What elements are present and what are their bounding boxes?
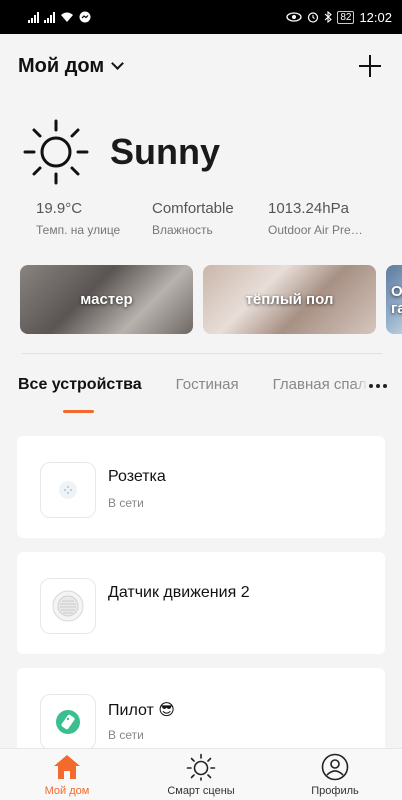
app-header: Мой дом (0, 34, 402, 98)
device-card-motion-sensor[interactable]: Датчик движения 2 (17, 552, 385, 654)
motion-sensor-icon (40, 578, 96, 634)
more-tabs-button[interactable] (354, 372, 402, 400)
scene-card-master[interactable]: мастер (20, 265, 193, 334)
tab-all-devices[interactable]: Все устройства (18, 373, 142, 397)
nav-label: Смарт сцены (167, 785, 235, 797)
home-name: Мой дом (18, 54, 105, 77)
device-status: В сети (108, 496, 144, 510)
stat-label: Темп. на улице (36, 223, 121, 237)
signal-icon-2 (44, 11, 55, 23)
stat-label: Влажность (152, 223, 213, 237)
device-name: Розетка (108, 468, 166, 485)
chevron-down-icon (111, 57, 125, 70)
device-name: Пилот 😎 (108, 702, 175, 719)
profile-icon (321, 753, 349, 781)
stat-temperature: 19.9°C Темп. на улице (36, 200, 152, 237)
signal-icon (28, 11, 39, 23)
stat-value: 19.9°C (36, 200, 83, 217)
stat-humidity: Comfortable Влажность (152, 200, 268, 237)
device-card-remote[interactable]: Пилот 😎 В сети (17, 668, 385, 758)
home-icon (54, 755, 80, 779)
divider (22, 353, 382, 354)
scene-label: тёплый пол (245, 291, 334, 308)
sun-outline-icon (186, 753, 216, 781)
active-tab-indicator (63, 410, 94, 413)
scene-carousel: мастер тёплый пол Ок га (20, 265, 402, 335)
nav-label: Мой дом (44, 785, 90, 797)
stat-label: Outdoor Air Pressure (268, 223, 366, 237)
stat-value: Comfortable (152, 200, 234, 217)
weather-widget: Sunny (22, 118, 220, 186)
home-selector[interactable]: Мой дом (18, 54, 125, 78)
nav-my-home[interactable]: Мой дом (0, 749, 134, 800)
stat-pressure: 1013.24hPa Outdoor Air Pressure (268, 200, 384, 237)
scene-label: мастер (80, 291, 133, 308)
nav-profile[interactable]: Профиль (268, 749, 402, 800)
socket-icon (40, 462, 96, 518)
device-status: В сети (108, 728, 144, 742)
battery-indicator: 82 (337, 10, 355, 24)
eye-icon (286, 12, 302, 22)
sun-icon (23, 119, 89, 185)
wifi-icon (61, 12, 73, 22)
weather-stats: 19.9°C Темп. на улице Comfortable Влажно… (36, 200, 384, 237)
add-device-button[interactable] (356, 52, 384, 80)
remote-icon (40, 694, 96, 750)
bluetooth-icon (324, 11, 333, 23)
scene-card-partial[interactable]: Ок га (386, 265, 402, 334)
device-card-socket[interactable]: Розетка В сети (17, 436, 385, 538)
weather-condition: Sunny (110, 131, 221, 172)
device-name: Датчик движения 2 (108, 584, 250, 601)
status-bar: 82 12:02 (0, 0, 402, 34)
room-tabs: Все устройства Гостиная Главная спальня (18, 373, 402, 413)
bottom-navigation: Мой дом Смарт сцены Профиль (0, 748, 402, 800)
tab-living-room[interactable]: Гостиная (176, 373, 239, 397)
stat-value: 1013.24hPa (268, 200, 349, 217)
nav-smart-scenes[interactable]: Смарт сцены (134, 749, 268, 800)
alarm-icon (308, 12, 319, 23)
nav-label: Профиль (311, 785, 359, 797)
scene-card-warm-floor[interactable]: тёплый пол (203, 265, 376, 334)
clock: 12:02 (359, 9, 392, 25)
scene-label: Ок га (391, 282, 402, 317)
messenger-icon (79, 11, 91, 23)
